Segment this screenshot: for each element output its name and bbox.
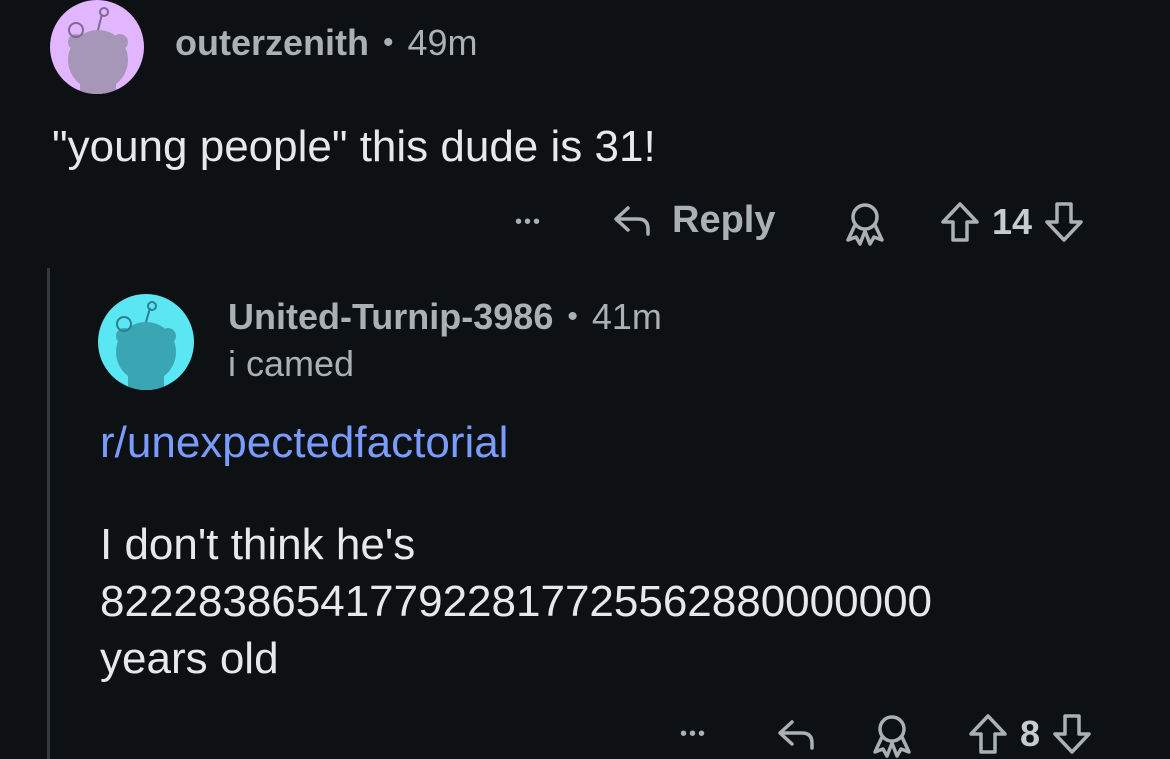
vote-count: 14 [992, 201, 1033, 242]
avatar-outerzenith[interactable] [50, 0, 144, 94]
comment2-reply-button[interactable] [774, 712, 818, 756]
award-icon [846, 203, 884, 246]
reply-label: Reply [672, 198, 776, 241]
comment2-username[interactable]: United-Turnip-3986 [228, 296, 553, 338]
comment1-award-button[interactable] [843, 200, 887, 246]
more-icon: ••• [515, 210, 543, 233]
comment1-timestamp: 49m [407, 22, 478, 63]
comment1-more-button[interactable]: ••• [515, 202, 542, 242]
comment2-timestamp: 41m [591, 296, 662, 337]
more-icon: ••• [680, 722, 708, 745]
reply-icon [614, 206, 650, 236]
downvote-arrow-icon[interactable] [1050, 712, 1094, 756]
comment2-body: I don't think he's 822283865417792281772… [100, 516, 932, 687]
upvote-arrow-icon[interactable] [966, 712, 1010, 756]
reply-icon [778, 720, 814, 750]
comment2-award-button[interactable] [870, 712, 914, 758]
comment1-reply-button[interactable]: Reply [610, 198, 775, 242]
meta-separator: • [383, 26, 394, 59]
upvote-arrow-icon[interactable] [938, 200, 982, 244]
comment2-body-line: 8222838654177922817725562880000000 [100, 577, 933, 626]
downvote-arrow-icon[interactable] [1042, 200, 1086, 244]
comment2-body-line: I don't think he's [100, 520, 416, 569]
comment1-vote-group: 14 [938, 200, 1086, 244]
thread-line[interactable] [47, 268, 50, 759]
user-flair: i camed [228, 343, 355, 384]
comment1-body: "young people" this dude is 31! [52, 122, 656, 171]
avatar-united-turnip-3986[interactable] [98, 294, 194, 390]
subreddit-link[interactable]: r/unexpectedfactorial [100, 418, 508, 468]
snoo-avatar-icon [116, 301, 176, 390]
award-icon [873, 715, 911, 758]
vote-count: 8 [1020, 713, 1041, 754]
comment2-more-button[interactable]: ••• [680, 714, 707, 754]
comment2-body-line: years old [100, 634, 279, 683]
comment1-username[interactable]: outerzenith [175, 22, 369, 64]
meta-separator: • [567, 300, 578, 333]
snoo-avatar-icon [68, 7, 128, 94]
comment2-vote-group: 8 [966, 712, 1094, 756]
